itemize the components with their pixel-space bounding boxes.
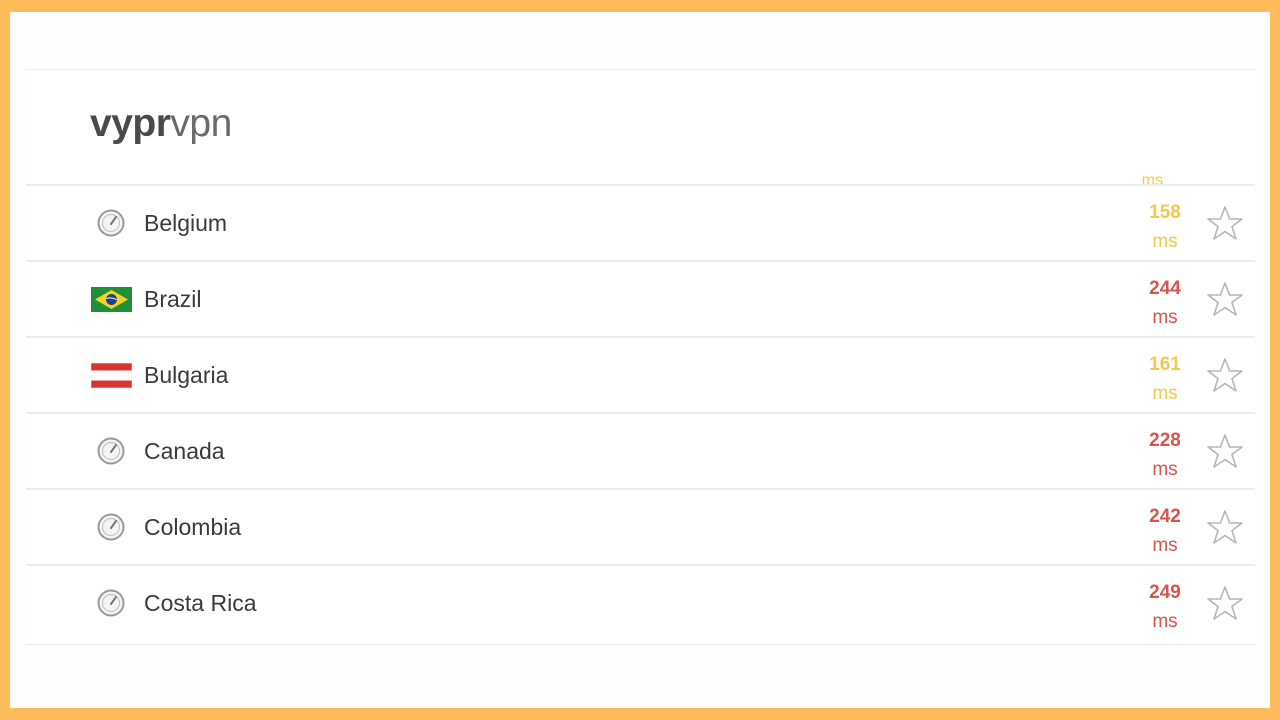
country-name: Canada: [144, 438, 225, 464]
speed-gauge-icon: [90, 586, 132, 620]
ping-latency: 161 ms: [1135, 350, 1195, 408]
speed-gauge-icon: [90, 510, 132, 544]
screen-frame: vyprvpn ms Belgium 158 ms Brazil 244 ms …: [10, 12, 1270, 708]
ping-value: 158: [1149, 202, 1181, 223]
favorite-star-icon[interactable]: [1205, 204, 1245, 244]
ping-unit: ms: [1152, 611, 1178, 632]
favorite-star-icon[interactable]: [1205, 280, 1245, 320]
country-name: Belgium: [144, 210, 228, 236]
favorite-star-icon[interactable]: [1205, 432, 1245, 472]
country-name: Costa Rica: [144, 590, 257, 616]
ping-latency: 242 ms: [1135, 502, 1195, 560]
country-name: Colombia: [144, 514, 242, 540]
server-row-belgium[interactable]: Belgium 158 ms: [26, 186, 1255, 262]
app-header: vyprvpn ms: [26, 70, 1255, 186]
ping-unit: ms: [1152, 231, 1178, 252]
ping-value: 244: [1149, 278, 1181, 299]
ping-latency: 158 ms: [1135, 198, 1195, 256]
ping-latency: 244 ms: [1135, 274, 1195, 332]
ping-value: 242: [1149, 506, 1181, 527]
ping-unit: ms: [1152, 459, 1178, 480]
ping-latency: 228 ms: [1135, 426, 1195, 484]
server-list-panel: vyprvpn ms Belgium 158 ms Brazil 244 ms …: [26, 69, 1255, 645]
speed-gauge-icon: [90, 206, 132, 240]
server-row-canada[interactable]: Canada 228 ms: [26, 414, 1255, 490]
ping-unit: ms: [1152, 535, 1178, 556]
ping-value: 228: [1149, 430, 1181, 451]
speed-gauge-icon: [90, 434, 132, 468]
favorite-star-icon[interactable]: [1205, 356, 1245, 396]
brazil-flag-icon: [90, 282, 132, 316]
bulgaria-flag-icon: [90, 358, 132, 392]
server-list: Belgium 158 ms Brazil 244 ms Bulgaria 16…: [26, 186, 1255, 640]
server-row-costa-rica[interactable]: Costa Rica 249 ms: [26, 566, 1255, 640]
favorite-star-icon[interactable]: [1205, 508, 1245, 548]
country-name: Brazil: [144, 286, 202, 312]
partial-ping-unit: ms: [1141, 172, 1163, 186]
ping-latency: 249 ms: [1135, 578, 1195, 636]
server-row-colombia[interactable]: Colombia 242 ms: [26, 490, 1255, 566]
ping-value: 249: [1149, 582, 1181, 603]
ping-value: 161: [1149, 354, 1181, 375]
server-row-bulgaria[interactable]: Bulgaria 161 ms: [26, 338, 1255, 414]
ping-unit: ms: [1152, 383, 1178, 404]
country-name: Bulgaria: [144, 362, 229, 388]
server-row-brazil[interactable]: Brazil 244 ms: [26, 262, 1255, 338]
vyprvpn-logo: vyprvpn: [90, 102, 232, 145]
favorite-star-icon[interactable]: [1205, 584, 1245, 624]
ping-unit: ms: [1152, 307, 1178, 328]
